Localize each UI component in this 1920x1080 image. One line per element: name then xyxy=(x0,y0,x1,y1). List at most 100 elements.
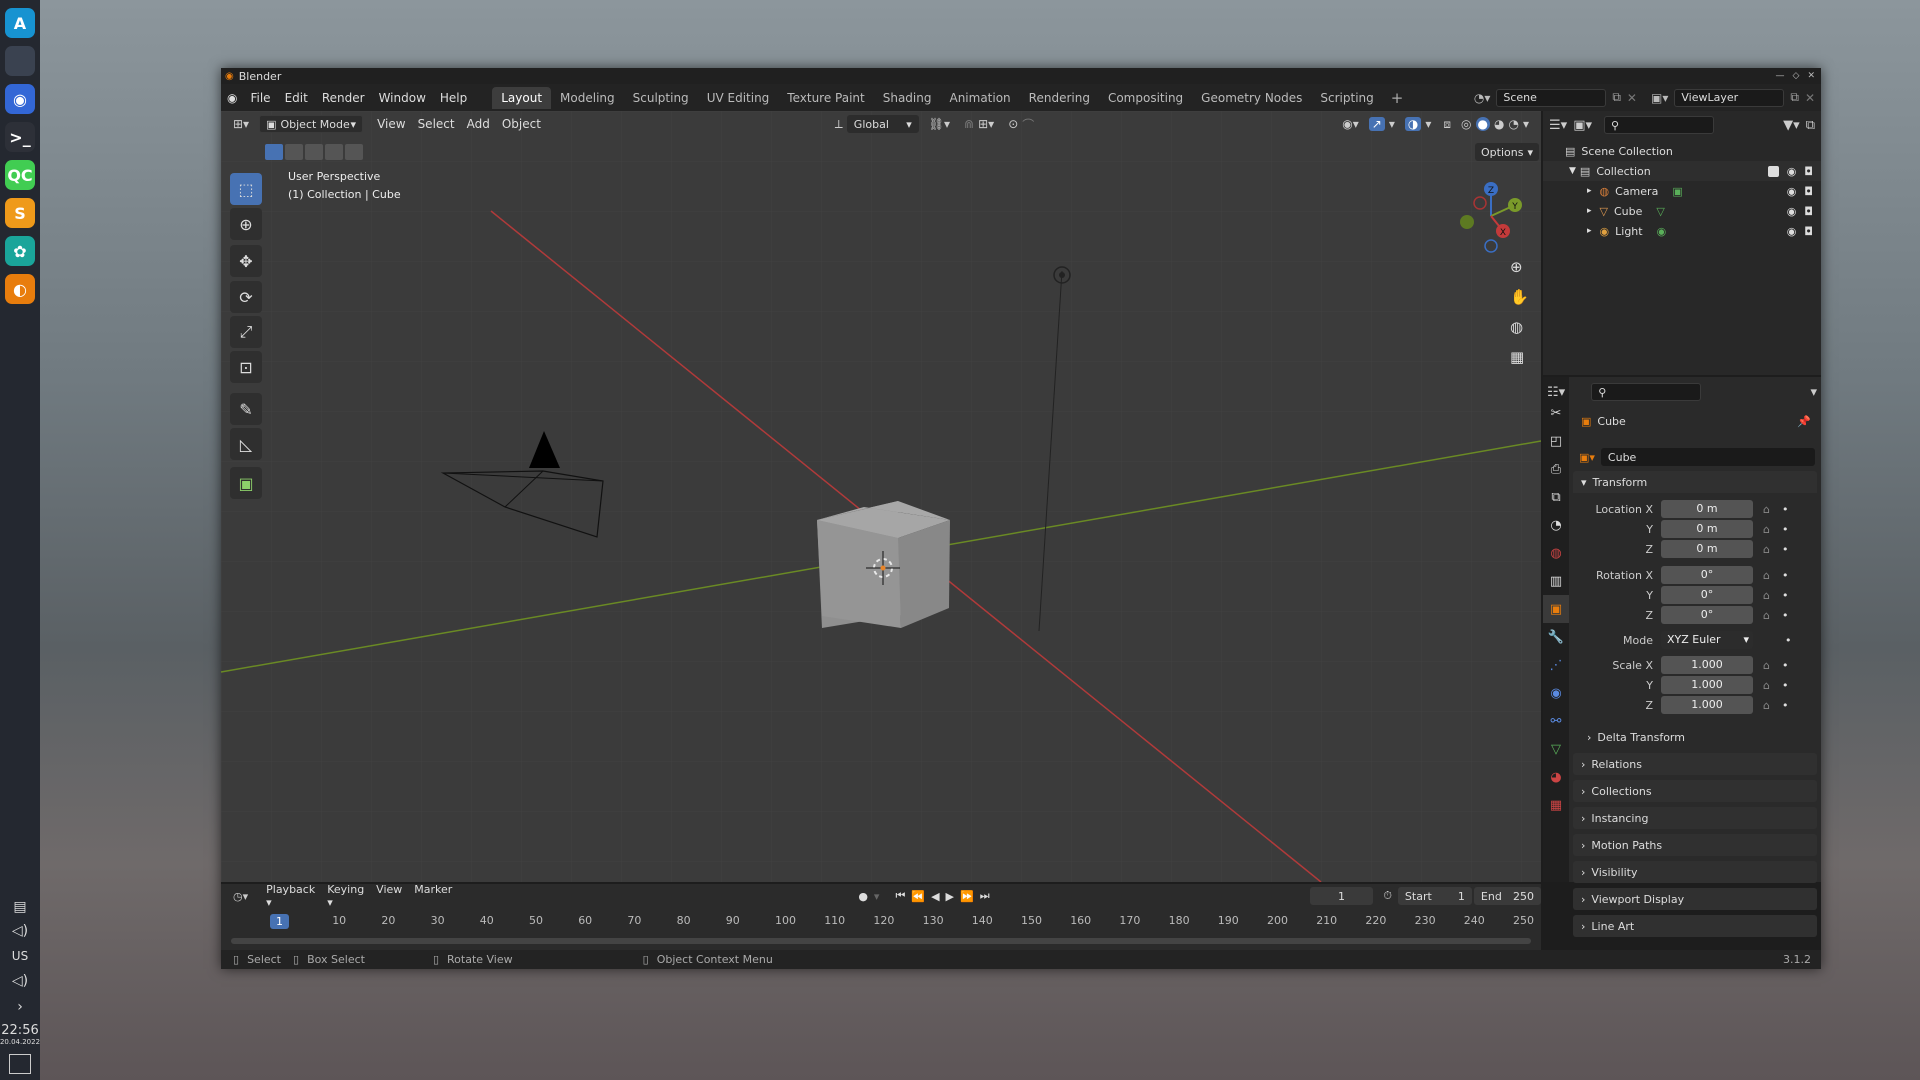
tool-annotate[interactable]: ✎ xyxy=(230,393,262,425)
play-icon[interactable]: ▶ xyxy=(946,890,954,903)
menu-help[interactable]: Help xyxy=(433,88,474,108)
location-z-field[interactable]: 0 m xyxy=(1661,540,1753,558)
tab-modeling[interactable]: Modeling xyxy=(551,87,624,109)
expand-arrow-icon[interactable]: ▸ xyxy=(1587,226,1592,236)
scale-z-field[interactable]: 1.000 xyxy=(1661,696,1753,714)
properties-options-icon[interactable]: ▾ xyxy=(1810,385,1817,400)
exclude-checkbox[interactable] xyxy=(1767,165,1779,177)
pin-icon[interactable]: 📌 xyxy=(1797,415,1811,428)
tab-geometry-nodes[interactable]: Geometry Nodes xyxy=(1192,87,1311,109)
object-name-field[interactable]: Cube xyxy=(1600,448,1815,466)
overlays-menu-icon[interactable]: ▾ xyxy=(1425,117,1431,131)
rotation-x-field[interactable]: 0° xyxy=(1661,566,1753,584)
delete-scene-icon[interactable]: ✕ xyxy=(1627,91,1637,105)
lock-icon[interactable]: ⌂ xyxy=(1763,589,1770,602)
disable-render-icon[interactable]: ◘ xyxy=(1804,165,1813,178)
auto-keying-icon[interactable]: ● xyxy=(858,890,868,903)
end-frame-field[interactable]: End 250 xyxy=(1473,887,1542,905)
scene-tab-icon[interactable]: ◔ xyxy=(1543,511,1569,539)
tab-shading[interactable]: Shading xyxy=(874,87,941,109)
tab-animation[interactable]: Animation xyxy=(940,87,1019,109)
outliner-item-light[interactable]: ▸ ◉ Light ◉ ◉ ◘ xyxy=(1543,221,1821,241)
tab-uv-editing[interactable]: UV Editing xyxy=(698,87,779,109)
menu-edit[interactable]: Edit xyxy=(278,88,315,108)
sound-icon[interactable]: ◁) xyxy=(12,973,28,989)
view-layer-tab-icon[interactable]: ⧉ xyxy=(1543,483,1569,511)
lock-icon[interactable]: ⌂ xyxy=(1763,569,1770,582)
timeline-menu-keying[interactable]: Keying ▾ xyxy=(321,881,370,911)
add-workspace-button[interactable]: + xyxy=(1383,89,1412,107)
play-reverse-icon[interactable]: ◀ xyxy=(931,890,939,903)
new-collection-icon[interactable]: ⧉ xyxy=(1806,118,1815,133)
panel-viewport-display[interactable]: › Viewport Display xyxy=(1573,888,1817,910)
timeline-editor-type-icon[interactable]: ◷▾ xyxy=(233,890,248,903)
tab-rendering[interactable]: Rendering xyxy=(1020,87,1099,109)
outliner-scene-collection[interactable]: ▤ Scene Collection xyxy=(1543,141,1821,161)
datablock-type-icon[interactable]: ▣▾ xyxy=(1579,451,1595,464)
krita-icon[interactable]: ✿ xyxy=(5,236,35,266)
panel-visibility[interactable]: › Visibility xyxy=(1573,861,1817,883)
arch-linux-icon[interactable]: A xyxy=(5,8,35,38)
scene-field[interactable]: Scene xyxy=(1496,88,1607,107)
panel-line-art[interactable]: › Line Art xyxy=(1573,915,1817,937)
menu-render[interactable]: Render xyxy=(315,88,372,108)
menu-file[interactable]: File xyxy=(243,88,277,108)
keying-set-icon[interactable]: ▾ xyxy=(874,890,880,903)
frame-ruler[interactable]: 1 10 20 30 40 50 60 70 80 90 100 110 120 130 140 150 160… xyxy=(221,914,1541,932)
rotation-mode-dropdown[interactable]: XYZ Euler ▾ xyxy=(1661,631,1753,649)
outliner-collection[interactable]: ▼ ▤ Collection ◉ ◘ xyxy=(1543,161,1821,181)
viewport-menu-select[interactable]: Select xyxy=(412,115,461,133)
proportional-edit-icon[interactable]: ⊙ xyxy=(1008,117,1018,131)
hide-in-viewport-icon[interactable]: ◉ xyxy=(1787,185,1797,198)
modifiers-tab-icon[interactable]: 🔧 xyxy=(1543,623,1569,651)
new-viewlayer-icon[interactable]: ⧉ xyxy=(1790,90,1799,105)
data-tab-icon[interactable]: ▽ xyxy=(1543,735,1569,763)
close-button[interactable]: ✕ xyxy=(1807,71,1815,81)
particles-tab-icon[interactable]: ⋰ xyxy=(1543,651,1569,679)
tool-add-cube[interactable]: ▣ xyxy=(230,467,262,499)
qtcreator-icon[interactable]: QC xyxy=(5,160,35,190)
scale-y-field[interactable]: 1.000 xyxy=(1661,676,1753,694)
tool-tab-icon[interactable]: ✂ xyxy=(1543,399,1569,427)
shading-material-icon[interactable]: ◕ xyxy=(1494,117,1504,131)
navigation-gizmo[interactable]: Z Y X xyxy=(1451,176,1531,256)
shading-wireframe-icon[interactable]: ◎ xyxy=(1461,117,1471,131)
disable-render-icon[interactable]: ◘ xyxy=(1804,185,1813,198)
tab-layout[interactable]: Layout xyxy=(492,86,552,109)
falloff-icon[interactable]: ⌒ xyxy=(1022,116,1034,133)
lock-icon[interactable]: ⌂ xyxy=(1763,503,1770,516)
timeline-menu-marker[interactable]: Marker xyxy=(408,881,458,911)
panel-collections[interactable]: › Collections xyxy=(1573,780,1817,802)
ortho-toggle-icon[interactable]: ▦ xyxy=(1510,348,1524,366)
xray-toggle-icon[interactable]: ⧈ xyxy=(1443,117,1451,132)
tab-compositing[interactable]: Compositing xyxy=(1099,87,1192,109)
output-tab-icon[interactable]: ⎙ xyxy=(1543,455,1569,483)
timeline-menu-playback[interactable]: Playback ▾ xyxy=(260,881,321,911)
transform-panel-header[interactable]: ▾ Transform xyxy=(1573,471,1817,493)
rotation-z-field[interactable]: 0° xyxy=(1661,606,1753,624)
rotation-y-field[interactable]: 0° xyxy=(1661,586,1753,604)
select-new-icon[interactable] xyxy=(265,144,283,160)
render-tab-icon[interactable]: ◰ xyxy=(1543,427,1569,455)
lock-icon[interactable]: ⌂ xyxy=(1763,543,1770,556)
hide-in-viewport-icon[interactable]: ◉ xyxy=(1787,225,1797,238)
texture-tab-icon[interactable]: ▦ xyxy=(1543,791,1569,819)
select-invert-icon[interactable] xyxy=(325,144,343,160)
delete-viewlayer-icon[interactable]: ✕ xyxy=(1805,91,1815,105)
panel-relations[interactable]: › Relations xyxy=(1573,753,1817,775)
filter-icon[interactable]: ▼▾ xyxy=(1783,118,1800,133)
tool-move[interactable]: ✥ xyxy=(230,245,262,277)
outliner-item-camera[interactable]: ▸ ◍ Camera ▣ ◉ ◘ xyxy=(1543,181,1821,201)
expand-arrow-icon[interactable]: ▸ xyxy=(1587,186,1592,196)
viewport-menu-add[interactable]: Add xyxy=(461,115,496,133)
viewport-menu-view[interactable]: View xyxy=(371,115,411,133)
delta-transform-subpanel[interactable]: › Delta Transform xyxy=(1587,727,1815,747)
minimize-button[interactable]: — xyxy=(1776,71,1785,81)
expand-arrow-icon[interactable]: ▸ xyxy=(1587,206,1592,216)
preview-range-icon[interactable]: ⏱ xyxy=(1383,889,1392,903)
hide-in-viewport-icon[interactable]: ◉ xyxy=(1787,205,1797,218)
current-frame-field[interactable]: 1 xyxy=(1309,887,1374,905)
blender-dock-icon[interactable]: ◐ xyxy=(5,274,35,304)
snap-target-icon[interactable]: ⊞▾ xyxy=(978,117,994,131)
tab-scripting[interactable]: Scripting xyxy=(1311,87,1382,109)
